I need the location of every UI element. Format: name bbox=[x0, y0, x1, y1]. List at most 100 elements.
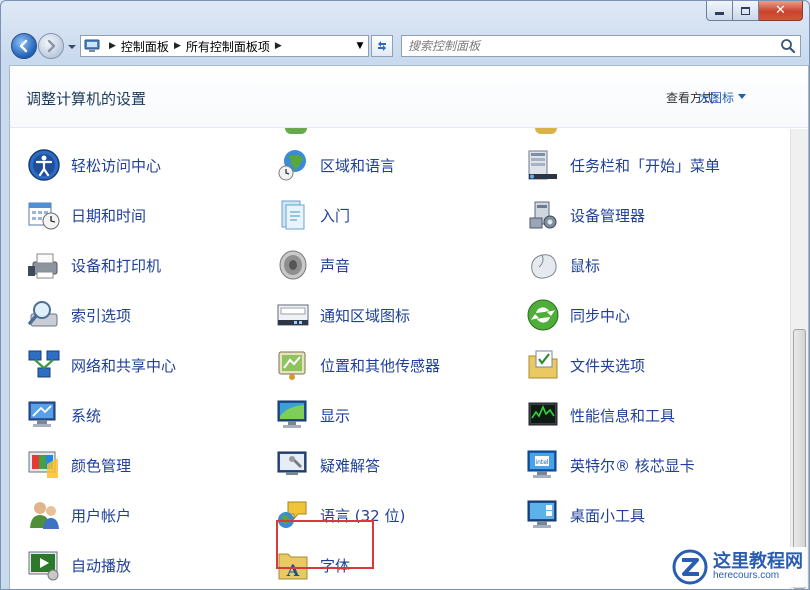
breadcrumb-separator-icon: ▶ bbox=[173, 41, 181, 51]
network-icon bbox=[28, 350, 60, 378]
item-label: 用户帐户 bbox=[71, 506, 132, 525]
view-by-caret-icon[interactable] bbox=[738, 94, 746, 99]
item-network-sharing-center[interactable]: 网络和共享中心 bbox=[27, 347, 176, 383]
item-sound[interactable]: 声音 bbox=[276, 247, 350, 283]
notification-area-icon bbox=[277, 304, 309, 326]
minimize-icon bbox=[715, 12, 724, 15]
item-label: 疑难解答 bbox=[320, 456, 381, 475]
back-button[interactable] bbox=[11, 33, 37, 59]
item-label: 自动播放 bbox=[71, 556, 132, 575]
item-label: 系统 bbox=[71, 406, 102, 425]
troubleshooting-icon bbox=[277, 451, 307, 475]
arrow-left-icon bbox=[19, 39, 28, 53]
performance-icon bbox=[528, 402, 558, 426]
item-performance-info[interactable]: 性能信息和工具 bbox=[526, 397, 675, 433]
getting-started-icon bbox=[281, 200, 305, 230]
item-label: 任务栏和「开始」菜单 bbox=[570, 156, 721, 175]
breadcrumb-separator-icon: ▶ bbox=[274, 41, 282, 51]
search-icon[interactable] bbox=[779, 37, 797, 55]
location-sensor-icon bbox=[278, 351, 306, 380]
autoplay-icon bbox=[28, 551, 59, 581]
items-grid: 轻松访问中心 区域和语言 任务栏和「开始」菜单 日期和时间 入门 设备管理器 设… bbox=[10, 129, 790, 589]
item-label: 性能信息和工具 bbox=[570, 406, 676, 425]
minimize-button[interactable] bbox=[706, 1, 733, 21]
item-label: 轻松访问中心 bbox=[71, 156, 162, 175]
display-icon bbox=[277, 400, 307, 428]
item-label: 区域和语言 bbox=[320, 156, 396, 175]
item-user-accounts[interactable]: 用户帐户 bbox=[27, 497, 131, 533]
svg-text:intel: intel bbox=[535, 459, 549, 466]
item-label: 英特尔® 核芯显卡 bbox=[570, 456, 695, 475]
search-box bbox=[401, 35, 801, 57]
item-device-manager[interactable]: 设备管理器 bbox=[526, 197, 645, 233]
watermark-logo-icon bbox=[672, 549, 708, 585]
watermark-text: 这里教程网 herecours.com bbox=[713, 553, 803, 581]
breadcrumb-all-items[interactable]: 所有控制面板项 bbox=[186, 38, 270, 55]
forward-button[interactable] bbox=[38, 33, 64, 59]
close-button[interactable]: ✕ bbox=[759, 1, 803, 21]
vertical-scrollbar[interactable] bbox=[790, 129, 808, 589]
item-date-and-time[interactable]: 日期和时间 bbox=[27, 197, 146, 233]
item-label: 显示 bbox=[320, 406, 351, 425]
breadcrumb-control-panel[interactable]: 控制面板 bbox=[121, 38, 169, 55]
page-title: 调整计算机的设置 bbox=[26, 90, 147, 108]
watermark-title: 这里教程网 bbox=[713, 551, 803, 572]
caption-buttons: ✕ bbox=[706, 1, 803, 21]
item-autoplay[interactable]: 自动播放 bbox=[27, 547, 131, 583]
item-desktop-gadgets[interactable]: 桌面小工具 bbox=[526, 497, 645, 533]
item-intel-graphics[interactable]: intel 英特尔® 核芯显卡 bbox=[526, 447, 695, 483]
refresh-button[interactable] bbox=[371, 35, 393, 57]
item-display[interactable]: 显示 bbox=[276, 397, 350, 433]
maximize-button[interactable] bbox=[733, 1, 759, 21]
item-folder-options[interactable]: 文件夹选项 bbox=[526, 347, 645, 383]
watermark: 这里教程网 herecours.com bbox=[666, 547, 807, 587]
sync-icon bbox=[527, 299, 559, 331]
item-troubleshooting[interactable]: 疑难解答 bbox=[276, 447, 380, 483]
globe-clock-icon bbox=[278, 150, 306, 181]
desktop-gadgets-icon bbox=[527, 500, 557, 528]
item-taskbar-start-menu[interactable]: 任务栏和「开始」菜单 bbox=[526, 147, 720, 183]
item-label: 网络和共享中心 bbox=[71, 356, 177, 375]
color-management-icon bbox=[28, 451, 58, 478]
ease-of-access-icon bbox=[28, 149, 60, 181]
item-label: 位置和其他传感器 bbox=[320, 356, 441, 375]
item-mouse[interactable]: 鼠标 bbox=[526, 247, 600, 283]
recent-pages-dropdown-icon[interactable] bbox=[67, 42, 77, 52]
item-label: 设备和打印机 bbox=[71, 256, 162, 275]
mouse-icon bbox=[531, 254, 557, 279]
search-input[interactable] bbox=[402, 37, 779, 55]
item-devices-and-printers[interactable]: 设备和打印机 bbox=[27, 247, 161, 283]
item-region-and-language[interactable]: 区域和语言 bbox=[276, 147, 395, 183]
item-system[interactable]: 系统 bbox=[27, 397, 101, 433]
arrow-right-icon bbox=[47, 39, 56, 53]
item-label: 声音 bbox=[320, 256, 351, 275]
item-getting-started[interactable]: 入门 bbox=[276, 197, 350, 233]
view-by-dropdown[interactable]: 大图标 bbox=[698, 89, 734, 106]
speaker-icon bbox=[279, 250, 307, 280]
watermark-url: herecours.com bbox=[713, 570, 780, 581]
calendar-clock-icon bbox=[28, 202, 60, 230]
item-ease-of-access[interactable]: 轻松访问中心 bbox=[27, 147, 161, 183]
item-indexing-options[interactable]: 索引选项 bbox=[27, 297, 131, 333]
item-label: 索引选项 bbox=[71, 306, 132, 325]
item-label: 设备管理器 bbox=[570, 206, 646, 225]
taskbar-icon bbox=[528, 150, 557, 180]
device-manager-icon bbox=[529, 201, 557, 229]
close-icon: ✕ bbox=[775, 3, 786, 18]
item-label: 同步中心 bbox=[570, 306, 631, 325]
item-sync-center[interactable]: 同步中心 bbox=[526, 297, 630, 333]
item-label: 日期和时间 bbox=[71, 206, 147, 225]
navigation-bar: ▶ 控制面板 ▶ 所有控制面板项 ▶ ▼ bbox=[1, 29, 809, 65]
item-label: 文件夹选项 bbox=[570, 356, 646, 375]
address-dropdown-icon[interactable]: ▼ bbox=[352, 36, 368, 56]
item-label: 颜色管理 bbox=[71, 456, 132, 475]
item-location-sensors[interactable]: 位置和其他传感器 bbox=[276, 347, 440, 383]
user-accounts-icon bbox=[30, 502, 59, 529]
item-color-management[interactable]: 颜色管理 bbox=[27, 447, 131, 483]
item-label: 鼠标 bbox=[570, 256, 601, 275]
system-icon bbox=[28, 401, 56, 427]
content-header: 调整计算机的设置 查看方式: 大图标 bbox=[10, 66, 808, 128]
address-bar[interactable]: ▶ 控制面板 ▶ 所有控制面板项 ▶ ▼ bbox=[80, 35, 369, 57]
intel-graphics-icon: intel bbox=[527, 450, 557, 478]
item-notification-area-icons[interactable]: 通知区域图标 bbox=[276, 297, 410, 333]
